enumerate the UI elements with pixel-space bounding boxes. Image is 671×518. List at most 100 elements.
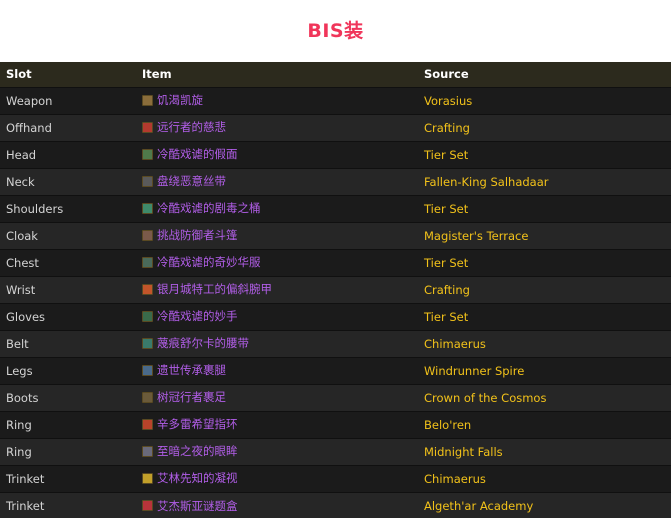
slot-cell: Boots — [0, 383, 136, 411]
item-cell: 遗世传承裹腿 — [136, 356, 418, 384]
chest-icon — [142, 256, 153, 268]
item-link[interactable]: 蔑痕舒尔卡的腰带 — [142, 335, 249, 351]
source-link[interactable]: Tier Set — [424, 202, 468, 216]
item-name: 艾林先知的凝视 — [157, 471, 238, 486]
slot-cell: Chest — [0, 248, 136, 276]
item-link[interactable]: 冷酷戏谑的奇妙华服 — [142, 254, 261, 270]
source-cell: Tier Set — [418, 248, 671, 276]
table-row: Trinket 艾林先知的凝视 Chimaerus — [0, 464, 671, 492]
source-link[interactable]: Belo'ren — [424, 418, 471, 432]
source-cell: Magister's Terrace — [418, 221, 671, 249]
slot-cell: Ring — [0, 410, 136, 438]
table-row: Chest 冷酷戏谑的奇妙华服 Tier Set — [0, 248, 671, 276]
table-row: Neck 盘绕恶意丝带 Fallen-King Salhadaar — [0, 167, 671, 195]
helm-icon — [142, 148, 153, 160]
item-name: 蔑痕舒尔卡的腰带 — [157, 336, 249, 351]
slot-cell: Head — [0, 140, 136, 168]
item-link[interactable]: 远行者的慈悲 — [142, 119, 226, 135]
slot-cell: Offhand — [0, 113, 136, 141]
source-link[interactable]: Midnight Falls — [424, 445, 503, 459]
trinket-icon — [142, 472, 153, 484]
item-link[interactable]: 挑战防御者斗篷 — [142, 227, 238, 243]
item-cell: 树冠行者裹足 — [136, 383, 418, 411]
table-row: Shoulders 冷酷戏谑的剧毒之桶 Tier Set — [0, 194, 671, 222]
source-cell: Crafting — [418, 275, 671, 303]
item-link[interactable]: 树冠行者裹足 — [142, 389, 226, 405]
item-name: 遗世传承裹腿 — [157, 363, 226, 378]
cloak-icon — [142, 229, 153, 241]
item-cell: 冷酷戏谑的假面 — [136, 140, 418, 168]
source-cell: Chimaerus — [418, 464, 671, 492]
slot-cell: Wrist — [0, 275, 136, 303]
item-cell: 艾林先知的凝视 — [136, 464, 418, 492]
shoulder-icon — [142, 202, 153, 214]
item-cell: 远行者的慈悲 — [136, 113, 418, 141]
item-name: 树冠行者裹足 — [157, 390, 226, 405]
table-row: Cloak 挑战防御者斗篷 Magister's Terrace — [0, 221, 671, 249]
item-name: 远行者的慈悲 — [157, 120, 226, 135]
item-link[interactable]: 银月城特工的偏斜腕甲 — [142, 281, 272, 297]
source-link[interactable]: Algeth'ar Academy — [424, 499, 533, 513]
gloves-icon — [142, 310, 153, 322]
source-link[interactable]: Tier Set — [424, 256, 468, 270]
ring-icon — [142, 418, 153, 430]
item-cell: 冷酷戏谑的妙手 — [136, 302, 418, 330]
slot-cell: Trinket — [0, 491, 136, 518]
item-cell: 蔑痕舒尔卡的腰带 — [136, 329, 418, 357]
source-cell: Chimaerus — [418, 329, 671, 357]
belt-icon — [142, 337, 153, 349]
slot-cell: Belt — [0, 329, 136, 357]
item-link[interactable]: 冷酷戏谑的假面 — [142, 146, 238, 162]
slot-cell: Ring — [0, 437, 136, 465]
source-link[interactable]: Windrunner Spire — [424, 364, 524, 378]
item-cell: 至暗之夜的眼眸 — [136, 437, 418, 465]
item-link[interactable]: 至暗之夜的眼眸 — [142, 443, 238, 459]
source-link[interactable]: Fallen-King Salhadaar — [424, 175, 549, 189]
source-cell: Fallen-King Salhadaar — [418, 167, 671, 195]
item-name: 辛多雷希望指环 — [157, 417, 238, 432]
source-cell: Tier Set — [418, 302, 671, 330]
source-link[interactable]: Crafting — [424, 283, 470, 297]
item-cell: 挑战防御者斗篷 — [136, 221, 418, 249]
item-cell: 辛多雷希望指环 — [136, 410, 418, 438]
page: BIS装 Slot Item Source Weapon 饥渴凯旋 Vorasius… — [0, 0, 671, 518]
item-link[interactable]: 冷酷戏谑的妙手 — [142, 308, 238, 324]
table-header: Slot Item Source — [0, 62, 671, 87]
source-link[interactable]: Vorasius — [424, 94, 472, 108]
source-cell: Belo'ren — [418, 410, 671, 438]
item-cell: 冷酷戏谑的剧毒之桶 — [136, 194, 418, 222]
slot-cell: Shoulders — [0, 194, 136, 222]
source-link[interactable]: Crown of the Cosmos — [424, 391, 546, 405]
source-link[interactable]: Crafting — [424, 121, 470, 135]
source-cell: Tier Set — [418, 140, 671, 168]
source-link[interactable]: Chimaerus — [424, 472, 486, 486]
item-link[interactable]: 艾杰斯亚谜题盒 — [142, 498, 238, 514]
source-cell: Crown of the Cosmos — [418, 383, 671, 411]
slot-cell: Gloves — [0, 302, 136, 330]
source-link[interactable]: Magister's Terrace — [424, 229, 528, 243]
item-name: 艾杰斯亚谜题盒 — [157, 498, 238, 513]
weapon-icon — [142, 94, 153, 106]
source-link[interactable]: Chimaerus — [424, 337, 486, 351]
column-header-source: Source — [424, 67, 469, 82]
source-cell: Vorasius — [418, 86, 671, 114]
item-cell: 银月城特工的偏斜腕甲 — [136, 275, 418, 303]
item-link[interactable]: 冷酷戏谑的剧毒之桶 — [142, 200, 261, 216]
slot-cell: Neck — [0, 167, 136, 195]
item-link[interactable]: 饥渴凯旋 — [142, 92, 203, 108]
source-link[interactable]: Tier Set — [424, 310, 468, 324]
bis-table: Slot Item Source Weapon 饥渴凯旋 Vorasius Offha… — [0, 62, 671, 518]
source-cell: Crafting — [418, 113, 671, 141]
item-cell: 盘绕恶意丝带 — [136, 167, 418, 195]
item-link[interactable]: 辛多雷希望指环 — [142, 416, 238, 432]
neck-icon — [142, 175, 153, 187]
slot-cell: Trinket — [0, 464, 136, 492]
source-link[interactable]: Tier Set — [424, 148, 468, 162]
item-name: 盘绕恶意丝带 — [157, 174, 226, 189]
item-link[interactable]: 艾林先知的凝视 — [142, 470, 238, 486]
header-row: Slot Item Source — [0, 62, 671, 87]
item-link[interactable]: 盘绕恶意丝带 — [142, 173, 226, 189]
item-cell: 饥渴凯旋 — [136, 86, 418, 114]
item-name: 冷酷戏谑的奇妙华服 — [157, 255, 261, 270]
item-link[interactable]: 遗世传承裹腿 — [142, 362, 226, 378]
